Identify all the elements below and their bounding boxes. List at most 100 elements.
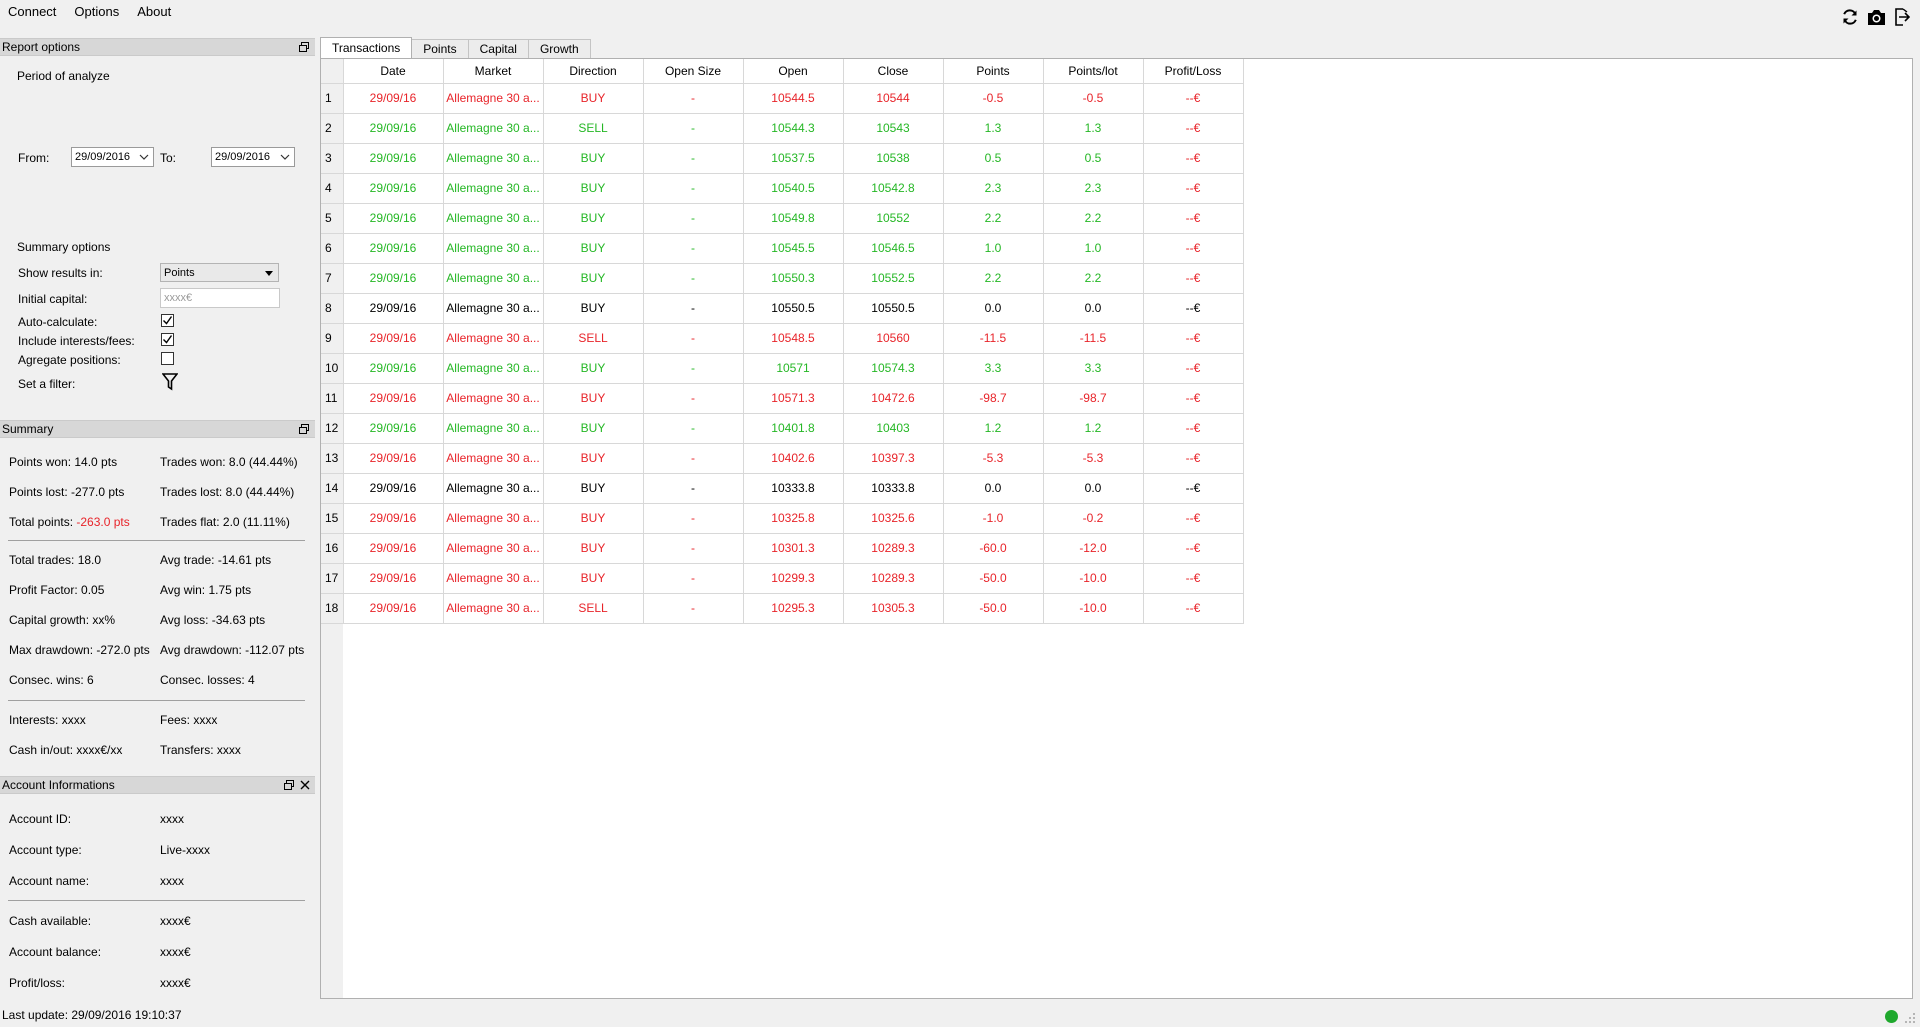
row-number[interactable]: 12 (321, 413, 344, 444)
cell-open-size[interactable]: - (643, 413, 744, 444)
cell-profit-loss[interactable]: --€ (1143, 413, 1244, 444)
to-date-picker[interactable]: 29/09/2016 (211, 147, 295, 167)
cell-points-per-lot[interactable]: 0.5 (1043, 143, 1144, 174)
cell-profit-loss[interactable]: --€ (1143, 233, 1244, 264)
cell-market[interactable]: Allemagne 30 a... (443, 323, 544, 354)
aggregate-checkbox[interactable] (161, 352, 174, 365)
cell-profit-loss[interactable]: --€ (1143, 353, 1244, 384)
cell-profit-loss[interactable]: --€ (1143, 83, 1244, 114)
cell-direction[interactable]: BUY (543, 353, 644, 384)
cell-market[interactable]: Allemagne 30 a... (443, 593, 544, 624)
cell-points[interactable]: 1.3 (943, 113, 1044, 144)
cell-open-size[interactable]: - (643, 293, 744, 324)
row-number[interactable]: 10 (321, 353, 344, 384)
cell-date[interactable]: 29/09/16 (343, 503, 444, 534)
cell-direction[interactable]: BUY (543, 443, 644, 474)
cell-points[interactable]: 0.0 (943, 473, 1044, 504)
cell-direction[interactable]: BUY (543, 533, 644, 564)
cell-market[interactable]: Allemagne 30 a... (443, 203, 544, 234)
cell-direction[interactable]: SELL (543, 113, 644, 144)
cell-direction[interactable]: BUY (543, 293, 644, 324)
table-row[interactable]: 14 29/09/16 Allemagne 30 a... BUY -10333.8 10… (321, 473, 1244, 504)
cell-close[interactable]: 10574.3 (843, 353, 944, 384)
cell-market[interactable]: Allemagne 30 a... (443, 353, 544, 384)
cell-points-per-lot[interactable]: -0.2 (1043, 503, 1144, 534)
cell-market[interactable]: Allemagne 30 a... (443, 173, 544, 204)
cell-close[interactable]: 10289.3 (843, 563, 944, 594)
cell-points-per-lot[interactable]: 3.3 (1043, 353, 1144, 384)
cell-points-per-lot[interactable]: 1.3 (1043, 113, 1144, 144)
cell-close[interactable]: 10552.5 (843, 263, 944, 294)
cell-open[interactable]: 10401.8 (743, 413, 844, 444)
cell-profit-loss[interactable]: --€ (1143, 563, 1244, 594)
row-number[interactable]: 5 (321, 203, 344, 234)
cell-close[interactable]: 10543 (843, 113, 944, 144)
cell-points-per-lot[interactable]: 0.0 (1043, 473, 1144, 504)
cell-open[interactable]: 10549.8 (743, 203, 844, 234)
cell-points[interactable]: 2.3 (943, 173, 1044, 204)
cell-date[interactable]: 29/09/16 (343, 413, 444, 444)
cell-market[interactable]: Allemagne 30 a... (443, 83, 544, 114)
cell-close[interactable]: 10397.3 (843, 443, 944, 474)
cell-close[interactable]: 10546.5 (843, 233, 944, 264)
cell-open-size[interactable]: - (643, 533, 744, 564)
cell-profit-loss[interactable]: --€ (1143, 473, 1244, 504)
cell-market[interactable]: Allemagne 30 a... (443, 263, 544, 294)
table-row[interactable]: 9 29/09/16 Allemagne 30 a... SELL -10548.5 10… (321, 323, 1244, 354)
cell-profit-loss[interactable]: --€ (1143, 323, 1244, 354)
cell-points-per-lot[interactable]: 2.2 (1043, 203, 1144, 234)
cell-points[interactable]: 1.0 (943, 233, 1044, 264)
cell-open-size[interactable]: - (643, 383, 744, 414)
cell-profit-loss[interactable]: --€ (1143, 593, 1244, 624)
cell-points-per-lot[interactable]: 1.2 (1043, 413, 1144, 444)
row-number[interactable]: 15 (321, 503, 344, 534)
from-date-picker[interactable]: 29/09/2016 (71, 147, 154, 167)
table-row[interactable]: 6 29/09/16 Allemagne 30 a... BUY -10545.5 105… (321, 233, 1244, 264)
cell-open-size[interactable]: - (643, 233, 744, 264)
row-number[interactable]: 11 (321, 383, 344, 414)
cell-date[interactable]: 29/09/16 (343, 353, 444, 384)
row-number[interactable]: 14 (321, 473, 344, 504)
float-panel-icon[interactable] (283, 779, 295, 791)
cell-points[interactable]: -11.5 (943, 323, 1044, 354)
cell-market[interactable]: Allemagne 30 a... (443, 473, 544, 504)
table-row[interactable]: 5 29/09/16 Allemagne 30 a... BUY -10549.8 105… (321, 203, 1244, 234)
tab-transactions[interactable]: Transactions (320, 37, 413, 58)
cell-profit-loss[interactable]: --€ (1143, 443, 1244, 474)
cell-direction[interactable]: BUY (543, 473, 644, 504)
row-number[interactable]: 9 (321, 323, 344, 354)
col-header-points-per-lot[interactable]: Points/lot (1043, 59, 1144, 84)
cell-open[interactable]: 10333.8 (743, 473, 844, 504)
cell-profit-loss[interactable]: --€ (1143, 203, 1244, 234)
close-icon[interactable] (299, 779, 311, 791)
cell-open-size[interactable]: - (643, 443, 744, 474)
camera-icon[interactable] (1866, 7, 1886, 27)
cell-close[interactable]: 10552 (843, 203, 944, 234)
table-row[interactable]: 1 29/09/16 Allemagne 30 a... BUY -10544.5 105… (321, 83, 1244, 114)
cell-direction[interactable]: SELL (543, 323, 644, 354)
cell-direction[interactable]: BUY (543, 83, 644, 114)
cell-open-size[interactable]: - (643, 143, 744, 174)
cell-close[interactable]: 10289.3 (843, 533, 944, 564)
cell-open-size[interactable]: - (643, 113, 744, 144)
cell-open[interactable]: 10540.5 (743, 173, 844, 204)
cell-date[interactable]: 29/09/16 (343, 143, 444, 174)
cell-date[interactable]: 29/09/16 (343, 233, 444, 264)
row-number[interactable]: 3 (321, 143, 344, 174)
auto-calculate-checkbox[interactable] (161, 314, 174, 327)
cell-profit-loss[interactable]: --€ (1143, 503, 1244, 534)
refresh-icon[interactable] (1840, 7, 1860, 27)
cell-direction[interactable]: BUY (543, 503, 644, 534)
table-row[interactable]: 10 29/09/16 Allemagne 30 a... BUY -10571 1057… (321, 353, 1244, 384)
cell-close[interactable]: 10560 (843, 323, 944, 354)
cell-direction[interactable]: BUY (543, 143, 644, 174)
cell-points-per-lot[interactable]: -5.3 (1043, 443, 1144, 474)
col-header-market[interactable]: Market (443, 59, 544, 84)
cell-profit-loss[interactable]: --€ (1143, 293, 1244, 324)
cell-market[interactable]: Allemagne 30 a... (443, 563, 544, 594)
show-results-select[interactable]: Points (160, 263, 279, 282)
logout-icon[interactable] (1892, 7, 1912, 27)
cell-close[interactable]: 10325.6 (843, 503, 944, 534)
cell-points[interactable]: 1.2 (943, 413, 1044, 444)
row-number[interactable]: 18 (321, 593, 344, 624)
